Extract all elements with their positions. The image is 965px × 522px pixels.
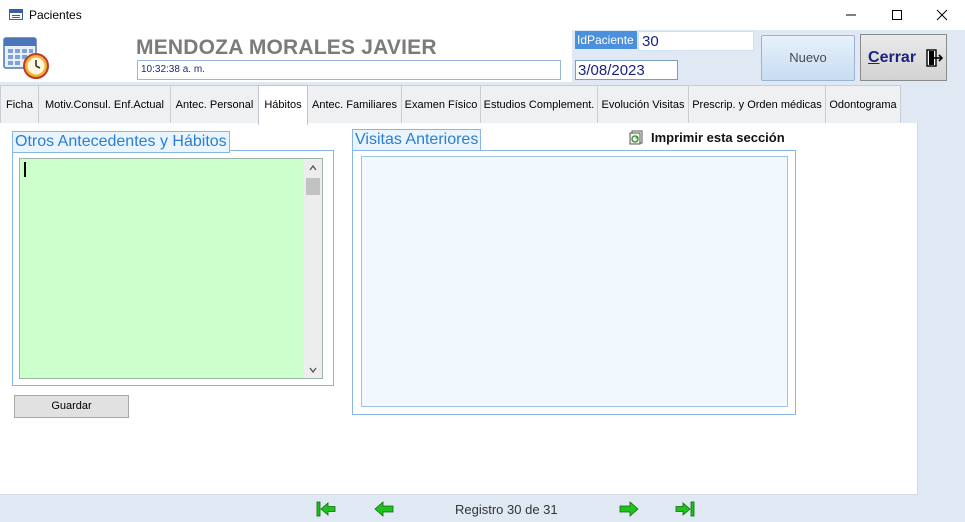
chevron-up-icon <box>309 164 317 171</box>
tab-examen-fisico[interactable]: Examen Físico <box>401 85 481 124</box>
otros-antecedentes-label: Otros Antecedentes y Hábitos <box>12 131 230 153</box>
tab-evolucion-visitas[interactable]: Evolución Visitas <box>597 85 689 124</box>
save-button[interactable]: Guardar <box>14 395 129 418</box>
time-field: 10:32:38 a. m. <box>137 60 561 80</box>
next-record-icon[interactable] <box>618 500 640 518</box>
print-section-label: Imprimir esta sección <box>651 130 785 145</box>
habitos-textarea[interactable] <box>19 158 323 379</box>
close-button[interactable]: Cerrar <box>860 34 947 81</box>
vertical-scrollbar[interactable] <box>304 159 322 378</box>
minimize-button[interactable] <box>828 0 874 30</box>
patient-id-field[interactable]: 30 <box>638 31 754 51</box>
last-record-icon[interactable] <box>674 500 696 518</box>
right-margin <box>918 85 965 522</box>
first-record-icon[interactable] <box>315 500 337 518</box>
close-button-label: errar <box>879 49 917 66</box>
scroll-up-button[interactable] <box>304 159 322 175</box>
record-counter: Registro 30 de 31 <box>455 502 558 517</box>
date-field[interactable]: 3/08/2023 <box>575 60 678 80</box>
text-caret <box>24 162 26 177</box>
tab-odontograma[interactable]: Odontograma <box>825 85 901 124</box>
visitas-anteriores-label: Visitas Anteriores <box>352 129 482 151</box>
tab-motivo-consulta[interactable]: Motiv.Consul. Enf.Actual <box>38 85 171 124</box>
tab-habitos[interactable]: Hábitos <box>258 85 308 125</box>
calendar-clock-icon <box>3 37 49 79</box>
patient-name: MENDOZA MORALES JAVIER <box>136 36 437 59</box>
print-report-icon <box>629 130 643 145</box>
minimize-icon <box>846 14 856 16</box>
tab-strip: Ficha Motiv.Consul. Enf.Actual Antec. Pe… <box>0 85 965 125</box>
maximize-button[interactable] <box>874 0 920 30</box>
close-button-accel: C <box>868 49 880 66</box>
visitas-anteriores-list[interactable] <box>361 156 788 407</box>
tab-prescrip-ordenes[interactable]: Prescrip. y Orden médicas <box>688 85 826 124</box>
tab-antec-familiares[interactable]: Antec. Familiares <box>307 85 402 124</box>
tab-ficha[interactable]: Ficha <box>0 85 39 124</box>
window-title: Pacientes <box>29 8 82 22</box>
maximize-icon <box>892 10 902 20</box>
patient-id-label: IdPaciente <box>575 31 637 49</box>
previous-record-icon[interactable] <box>373 500 395 518</box>
scroll-thumb[interactable] <box>306 178 320 195</box>
tab-estudios-complement[interactable]: Estudios Complement. <box>480 85 598 124</box>
close-window-button[interactable] <box>919 0 965 30</box>
app-form-icon <box>9 9 23 20</box>
exit-door-icon <box>926 49 943 67</box>
title-bar: Pacientes <box>0 0 965 30</box>
close-icon <box>936 9 948 21</box>
scroll-down-button[interactable] <box>304 362 322 378</box>
chevron-down-icon <box>309 367 317 374</box>
new-button[interactable]: Nuevo <box>761 35 855 81</box>
tab-antec-personal[interactable]: Antec. Personal <box>170 85 259 124</box>
